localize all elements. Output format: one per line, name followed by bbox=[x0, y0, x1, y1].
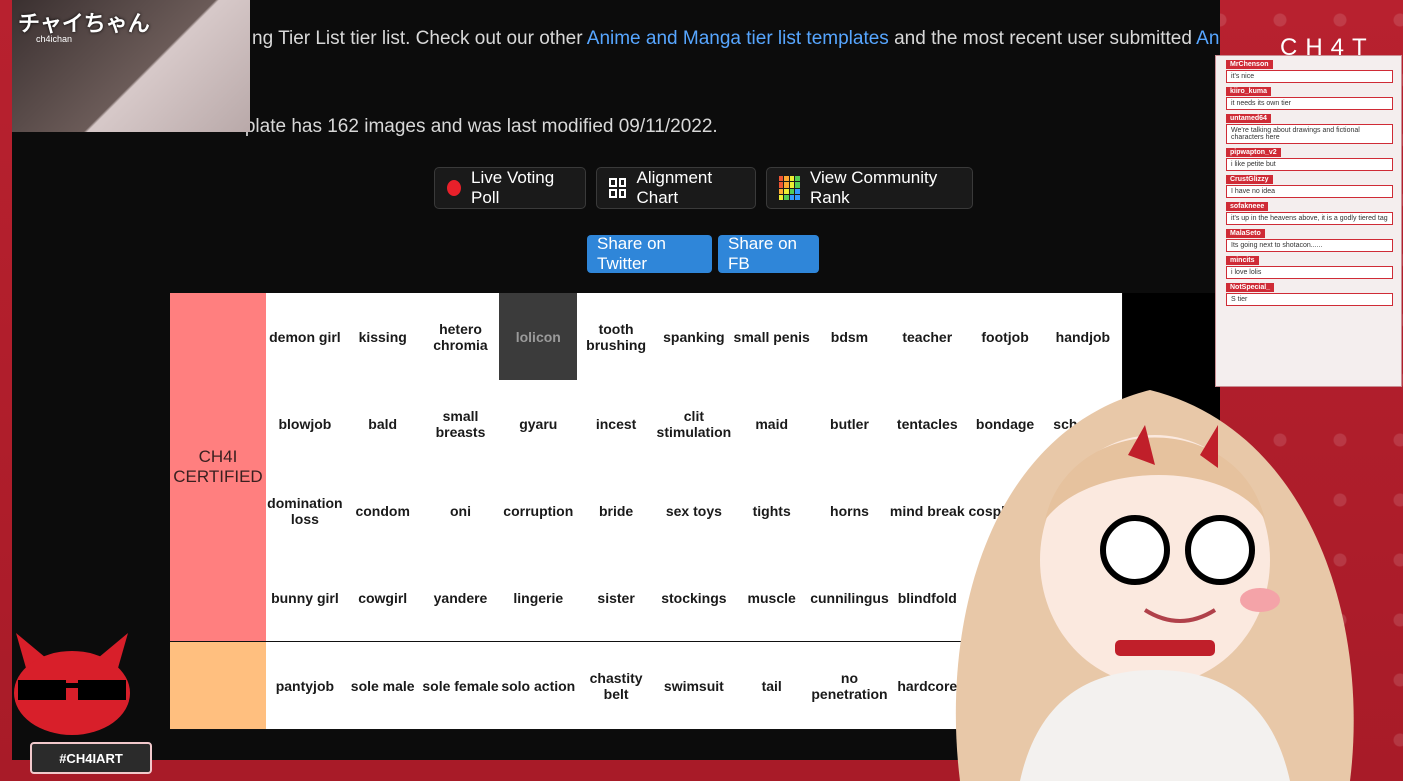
chat-message: mincits i love lolis bbox=[1226, 256, 1393, 279]
tier-item[interactable]: domination loss bbox=[266, 467, 344, 554]
chat-username: untamed64 bbox=[1226, 114, 1271, 123]
tier-item[interactable]: spanking bbox=[655, 293, 733, 380]
tier-item[interactable]: footjob bbox=[966, 293, 1044, 380]
tier-item[interactable]: cunnilingus bbox=[810, 554, 889, 641]
streamer-handle: ch4ichan bbox=[36, 34, 73, 44]
tier-item[interactable]: teacher bbox=[888, 293, 966, 380]
chat-username: pipwapton_v2 bbox=[1226, 148, 1281, 157]
tier-item[interactable]: blowjob bbox=[266, 380, 344, 467]
tier-item[interactable]: bunny girl bbox=[266, 554, 344, 641]
tier-item[interactable]: gyaru bbox=[499, 380, 577, 467]
record-dot-icon bbox=[447, 180, 462, 196]
community-rank-label: View Community Rank bbox=[809, 168, 938, 207]
tier-label[interactable] bbox=[170, 642, 266, 729]
tier-item[interactable]: sole female bbox=[422, 642, 500, 729]
tier-item[interactable]: sex toys bbox=[655, 467, 733, 554]
live-voting-poll-button[interactable]: Live Voting Poll bbox=[434, 167, 586, 209]
template-meta: This template has 162 images and was las… bbox=[172, 116, 718, 137]
vtuber-avatar bbox=[955, 390, 1354, 781]
chat-message: NotSpecial_ S tier bbox=[1226, 283, 1393, 306]
chat-text: it needs its own tier bbox=[1226, 97, 1393, 110]
tier-item[interactable]: pantyjob bbox=[266, 642, 344, 729]
tier-item[interactable]: tail bbox=[733, 642, 811, 729]
chat-message: pipwapton_v2 i like petite but bbox=[1226, 148, 1393, 171]
tier-item[interactable]: clit stimulation bbox=[655, 380, 733, 467]
grid-icon bbox=[609, 178, 627, 198]
user-submitted-link[interactable]: Anime and Manga tier bbox=[1196, 28, 1220, 49]
chat-message: untamed64 We're talking about drawings an… bbox=[1226, 114, 1393, 144]
community-rank-button[interactable]: View Community Rank bbox=[766, 167, 973, 209]
intro-middle: and the most recent user submitted bbox=[888, 28, 1197, 49]
tier-item[interactable]: bride bbox=[577, 467, 655, 554]
tier-item[interactable]: incest bbox=[577, 380, 655, 467]
chat-text: i like petite but bbox=[1226, 158, 1393, 171]
tier-item[interactable]: corruption bbox=[499, 467, 577, 554]
alignment-chart-button[interactable]: Alignment Chart bbox=[596, 167, 756, 209]
chat-username: kiiro_kuma bbox=[1226, 87, 1271, 96]
tier-item[interactable]: sister bbox=[577, 554, 655, 641]
chat-text: it's nice bbox=[1226, 70, 1393, 83]
chat-username: sofakneee bbox=[1226, 202, 1269, 211]
tier-item[interactable]: yandere bbox=[422, 554, 500, 641]
tier-item[interactable]: oni bbox=[422, 467, 500, 554]
chat-message: sofakneee it's up in the heavens above, i… bbox=[1226, 202, 1393, 225]
tier-item[interactable]: muscle bbox=[733, 554, 811, 641]
tier-item[interactable]: chastity belt bbox=[577, 642, 655, 729]
tier-item[interactable]: sole male bbox=[344, 642, 422, 729]
tier-item[interactable]: lingerie bbox=[499, 554, 577, 641]
tier-item[interactable]: hetero chromia bbox=[422, 293, 500, 380]
chat-message: MalaSeto Its going next to shotacon...... bbox=[1226, 229, 1393, 252]
tier-item[interactable]: small breasts bbox=[422, 380, 500, 467]
intro-prefix: ng Tier List tier list. Check out our ot… bbox=[252, 28, 587, 49]
chat-text: it's up in the heavens above, it is a go… bbox=[1226, 212, 1393, 225]
chat-text: We're talking about drawings and fiction… bbox=[1226, 124, 1393, 144]
chat-text: I have no idea bbox=[1226, 185, 1393, 198]
tier-item[interactable]: condom bbox=[344, 467, 422, 554]
tier-item[interactable]: kissing bbox=[344, 293, 422, 380]
community-rank-icon bbox=[779, 176, 800, 200]
chat-username: MalaSeto bbox=[1226, 229, 1265, 238]
live-voting-label: Live Voting Poll bbox=[471, 168, 555, 207]
intro-text: ng Tier List tier list. Check out our ot… bbox=[252, 28, 1220, 50]
chat-username: NotSpecial_ bbox=[1226, 283, 1275, 292]
chat-text: i love lolis bbox=[1226, 266, 1393, 279]
tier-item[interactable]: solo action bbox=[499, 642, 577, 729]
chat-message: CrustGlizzy I have no idea bbox=[1226, 175, 1393, 198]
chat-username: MrChenson bbox=[1226, 60, 1273, 69]
webcam-feed: チャイちゃん ch4ichan bbox=[12, 0, 250, 132]
alignment-label: Alignment Chart bbox=[636, 168, 713, 207]
chat-username: CrustGlizzy bbox=[1226, 175, 1273, 184]
share-fb-button[interactable]: Share on FB bbox=[718, 234, 819, 273]
chat-text: Its going next to shotacon...... bbox=[1226, 239, 1393, 252]
tier-item[interactable]: bdsm bbox=[811, 293, 889, 380]
devil-mascot-icon bbox=[14, 633, 130, 735]
chat-message: MrChenson it's nice bbox=[1226, 60, 1393, 83]
tier-item[interactable]: swimsuit bbox=[655, 642, 733, 729]
tier-item[interactable]: no penetration bbox=[811, 642, 889, 729]
templates-link[interactable]: Anime and Manga tier list templates bbox=[587, 28, 889, 49]
share-twitter-button[interactable]: Share on Twitter bbox=[587, 234, 712, 273]
tier-label[interactable]: CH4I CERTIFIED bbox=[170, 293, 266, 641]
chat-text: S tier bbox=[1226, 293, 1393, 306]
tier-item[interactable]: tooth brushing bbox=[577, 293, 655, 380]
tier-item[interactable]: small penis bbox=[733, 293, 811, 380]
tier-item[interactable]: handjob bbox=[1044, 293, 1122, 380]
tier-item[interactable]: cowgirl bbox=[344, 554, 422, 641]
chat-username: mincits bbox=[1226, 256, 1259, 265]
art-hashtag: #CH4IART bbox=[30, 742, 152, 774]
tier-item[interactable]: tights bbox=[733, 467, 811, 554]
chat-message: kiiro_kuma it needs its own tier bbox=[1226, 87, 1393, 110]
tier-item[interactable]: stockings bbox=[655, 554, 733, 641]
tier-item[interactable]: maid bbox=[733, 380, 811, 467]
tier-item[interactable]: lolicon bbox=[499, 293, 578, 380]
tier-item[interactable]: demon girl bbox=[266, 293, 344, 380]
tier-item[interactable]: bald bbox=[344, 380, 422, 467]
chat-panel: MrChenson it's nice kiiro_kuma it needs its… bbox=[1215, 55, 1402, 387]
tier-item[interactable]: butler bbox=[811, 380, 889, 467]
tier-item[interactable]: horns bbox=[811, 467, 889, 554]
